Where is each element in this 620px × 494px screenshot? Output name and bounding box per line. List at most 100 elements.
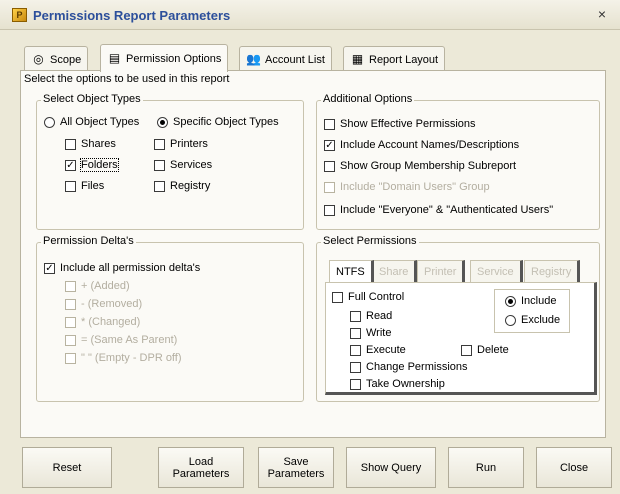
tab-permission-options[interactable]: ▤ Permission Options <box>100 44 229 72</box>
specific-object-types-radio[interactable]: Specific Object Types <box>157 116 279 128</box>
folders-checkbox[interactable]: ✓ Folders <box>65 158 119 172</box>
exclude-radio-button[interactable] <box>505 314 516 326</box>
change-permissions-checkbox[interactable]: Change Permissions <box>350 361 468 373</box>
permission-deltas-title: Permission Delta's <box>41 235 136 247</box>
close-button[interactable]: Close <box>536 447 612 488</box>
take-ownership-checkbox[interactable]: Take Ownership <box>350 378 445 390</box>
intro-text: Select the options to be used in this re… <box>24 73 230 85</box>
show-effective-permissions-checkbox[interactable]: Show Effective Permissions <box>324 118 476 130</box>
delta-changed-checkbox: * (Changed) <box>65 316 140 328</box>
files-check[interactable] <box>65 180 76 192</box>
include-everyone-label: Include "Everyone" & "Authenticated User… <box>340 204 554 216</box>
include-account-names-checkbox[interactable]: ✓ Include Account Names/Descriptions <box>324 139 519 151</box>
tab-scope-label: Scope <box>50 53 82 66</box>
files-label: Files <box>81 180 105 192</box>
specific-object-types-radio-button[interactable] <box>157 116 168 128</box>
registry-label: Registry <box>170 180 211 192</box>
delete-check[interactable] <box>461 344 472 356</box>
include-radio[interactable]: Include <box>505 295 556 307</box>
delta-empty-checkbox: " " (Empty - DPR off) <box>65 352 182 364</box>
registry-check[interactable] <box>154 180 165 192</box>
include-account-names-check[interactable]: ✓ <box>324 139 335 151</box>
save-button-line1: Save <box>283 455 309 468</box>
printers-check[interactable] <box>154 138 165 150</box>
include-radio-button[interactable] <box>505 295 516 307</box>
close-button-label: Close <box>559 461 589 474</box>
include-all-deltas-check[interactable]: ✓ <box>44 262 55 274</box>
all-object-types-radio[interactable]: All Object Types <box>44 116 139 128</box>
services-checkbox[interactable]: Services <box>154 159 212 171</box>
additional-options-title: Additional Options <box>321 93 415 105</box>
scope-icon: ◎ <box>33 52 44 66</box>
read-checkbox[interactable]: Read <box>350 310 392 322</box>
permissions-app-icon: P <box>12 8 27 22</box>
run-button-label: Run <box>475 461 497 474</box>
full-control-checkbox[interactable]: Full Control <box>332 291 404 303</box>
delta-removed-check <box>65 298 76 310</box>
execute-label: Execute <box>366 344 406 356</box>
folders-check[interactable]: ✓ <box>65 159 76 171</box>
include-label: Include <box>521 295 557 307</box>
shares-check[interactable] <box>65 138 76 150</box>
perm-tab-share: Share <box>372 260 418 282</box>
perm-tab-service: Service <box>470 260 523 282</box>
write-check[interactable] <box>350 327 361 339</box>
reset-button[interactable]: Reset <box>22 447 112 488</box>
load-parameters-button[interactable]: Load Parameters <box>158 447 244 488</box>
include-domain-users-checkbox: Include "Domain Users" Group <box>324 181 490 193</box>
save-button-line2: Parameters <box>267 467 325 480</box>
execute-check[interactable] <box>350 344 361 356</box>
close-icon[interactable]: × <box>594 6 610 22</box>
delete-label: Delete <box>477 344 509 356</box>
printers-label: Printers <box>170 138 208 150</box>
include-everyone-checkbox[interactable]: Include "Everyone" & "Authenticated User… <box>324 204 553 216</box>
run-button[interactable]: Run <box>448 447 524 488</box>
shares-checkbox[interactable]: Shares <box>65 138 116 150</box>
read-check[interactable] <box>350 310 361 322</box>
tab-scope[interactable]: ◎ Scope <box>24 46 89 72</box>
perm-tab-registry-label: Registry <box>531 265 572 278</box>
select-permissions-title: Select Permissions <box>321 235 419 247</box>
all-object-types-label: All Object Types <box>60 116 140 128</box>
delta-same-label: = (Same As Parent) <box>81 334 178 346</box>
include-all-deltas-checkbox[interactable]: ✓ Include all permission delta's <box>44 262 200 274</box>
tab-report-layout-label: Report Layout <box>369 53 439 66</box>
tab-account-list[interactable]: 👥 Account List <box>239 46 332 72</box>
delete-checkbox[interactable]: Delete <box>461 344 509 356</box>
load-button-line1: Load <box>188 455 214 468</box>
full-control-check[interactable] <box>332 291 343 303</box>
take-ownership-check[interactable] <box>350 378 361 390</box>
write-checkbox[interactable]: Write <box>350 327 391 339</box>
full-control-label: Full Control <box>348 291 405 303</box>
perm-tab-printer: Printer <box>417 260 466 282</box>
perm-tab-share-label: Share <box>379 265 409 278</box>
include-everyone-check[interactable] <box>324 204 335 216</box>
show-query-button[interactable]: Show Query <box>346 447 436 488</box>
folders-label: Folders <box>80 158 119 172</box>
change-permissions-check[interactable] <box>350 361 361 373</box>
shares-label: Shares <box>81 138 116 150</box>
specific-object-types-label: Specific Object Types <box>173 116 279 128</box>
tab-report-layout[interactable]: ▦ Report Layout <box>343 46 446 72</box>
all-object-types-radio-button[interactable] <box>44 116 55 128</box>
exclude-radio[interactable]: Exclude <box>505 314 560 326</box>
show-group-membership-checkbox[interactable]: Show Group Membership Subreport <box>324 160 516 172</box>
write-label: Write <box>366 327 392 339</box>
show-effective-permissions-check[interactable] <box>324 118 335 130</box>
registry-checkbox[interactable]: Registry <box>154 180 210 192</box>
delta-changed-label: * (Changed) <box>81 316 141 328</box>
delta-empty-label: " " (Empty - DPR off) <box>81 352 182 364</box>
delta-removed-checkbox: - (Removed) <box>65 298 142 310</box>
files-checkbox[interactable]: Files <box>65 180 104 192</box>
services-check[interactable] <box>154 159 165 171</box>
printers-checkbox[interactable]: Printers <box>154 138 208 150</box>
show-group-membership-check[interactable] <box>324 160 335 172</box>
reset-button-label: Reset <box>52 461 82 474</box>
delta-added-checkbox: + (Added) <box>65 280 130 292</box>
save-parameters-button[interactable]: Save Parameters <box>258 447 334 488</box>
execute-checkbox[interactable]: Execute <box>350 344 406 356</box>
perm-tab-ntfs[interactable]: NTFS <box>329 260 374 282</box>
include-domain-users-label: Include "Domain Users" Group <box>340 181 490 193</box>
delta-added-check <box>65 280 76 292</box>
delta-added-label: + (Added) <box>81 280 130 292</box>
